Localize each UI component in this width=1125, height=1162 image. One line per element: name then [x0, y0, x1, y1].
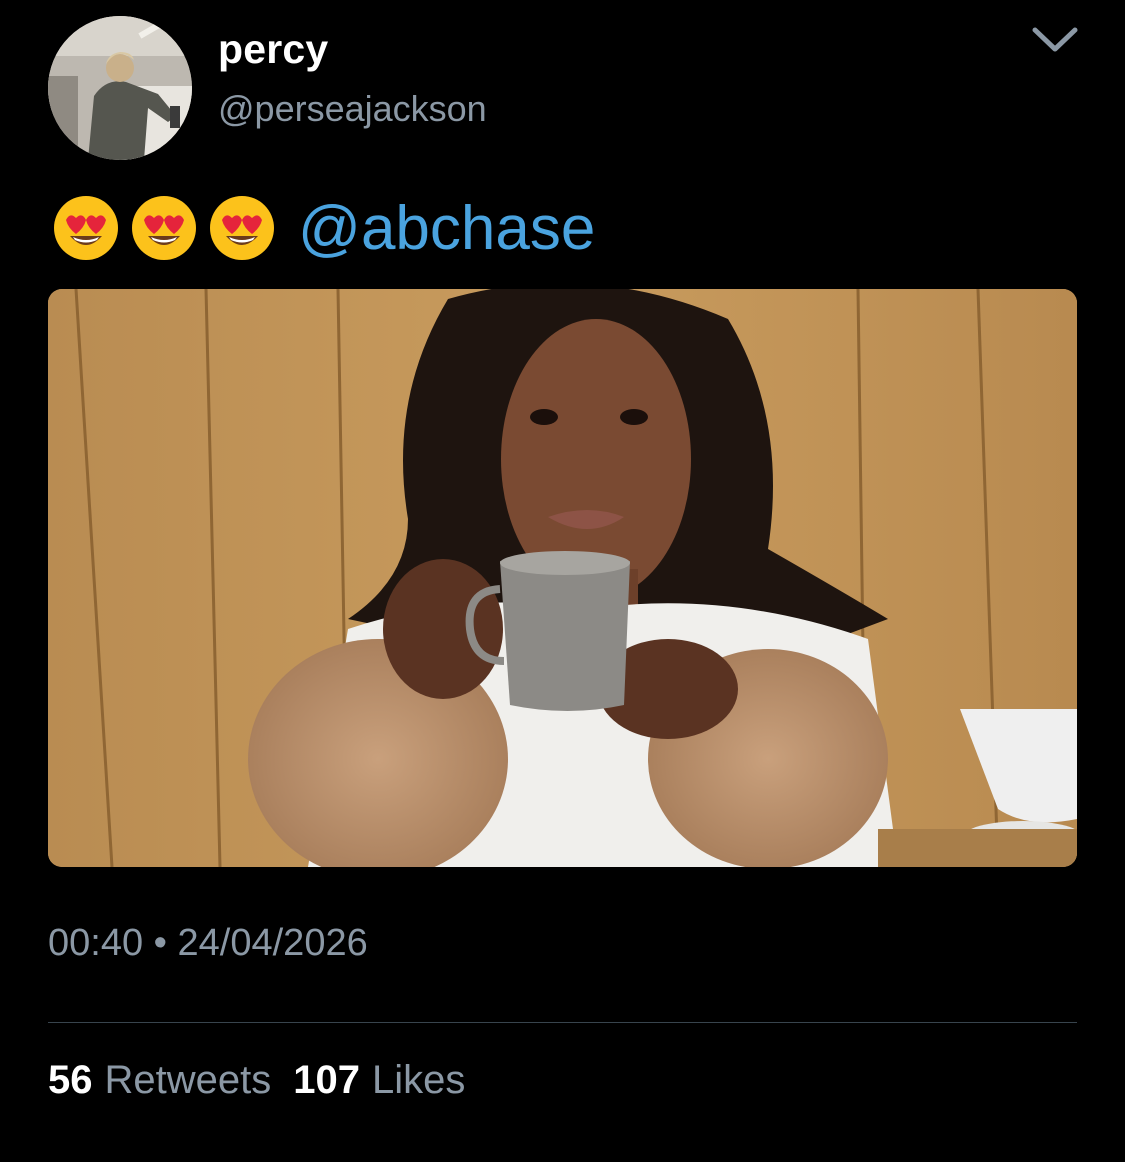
- likes-label: Likes: [372, 1058, 466, 1102]
- retweets-count: 56: [48, 1058, 93, 1102]
- likes-stat[interactable]: 107 Likes: [293, 1058, 465, 1103]
- user-handle[interactable]: @perseajackson: [218, 88, 487, 130]
- retweets-stat[interactable]: 56 Retweets: [48, 1058, 271, 1103]
- photo-woman-with-mug: [48, 289, 1077, 867]
- tweet-time: 00:40: [48, 922, 144, 964]
- heart-eyes-emoji-2: [132, 196, 196, 260]
- tweet-timestamp[interactable]: 00:40 • 24/04/2026: [48, 922, 368, 965]
- emoji-group: [52, 194, 276, 262]
- mention-link[interactable]: @abchase: [298, 193, 595, 264]
- likes-count: 107: [293, 1058, 360, 1102]
- timestamp-separator: •: [153, 922, 167, 964]
- heart-eyes-emoji-3: [210, 196, 274, 260]
- retweets-label: Retweets: [104, 1058, 272, 1102]
- divider: [48, 1022, 1077, 1023]
- heart-eyes-emoji-1: [54, 196, 118, 260]
- tweet-date: 24/04/2026: [177, 922, 368, 964]
- tweet-media-image[interactable]: [48, 289, 1077, 867]
- engagement-stats: 56 Retweets 107 Likes: [48, 1058, 465, 1103]
- chevron-down-icon[interactable]: [1030, 22, 1080, 56]
- avatar[interactable]: [48, 16, 192, 160]
- display-name[interactable]: percy: [218, 26, 328, 73]
- avatar-photo: [48, 16, 192, 160]
- tweet-text: @abchase: [52, 188, 595, 268]
- tweet-card: percy @perseajackson @abchase 00:40 • 24…: [0, 0, 1125, 1162]
